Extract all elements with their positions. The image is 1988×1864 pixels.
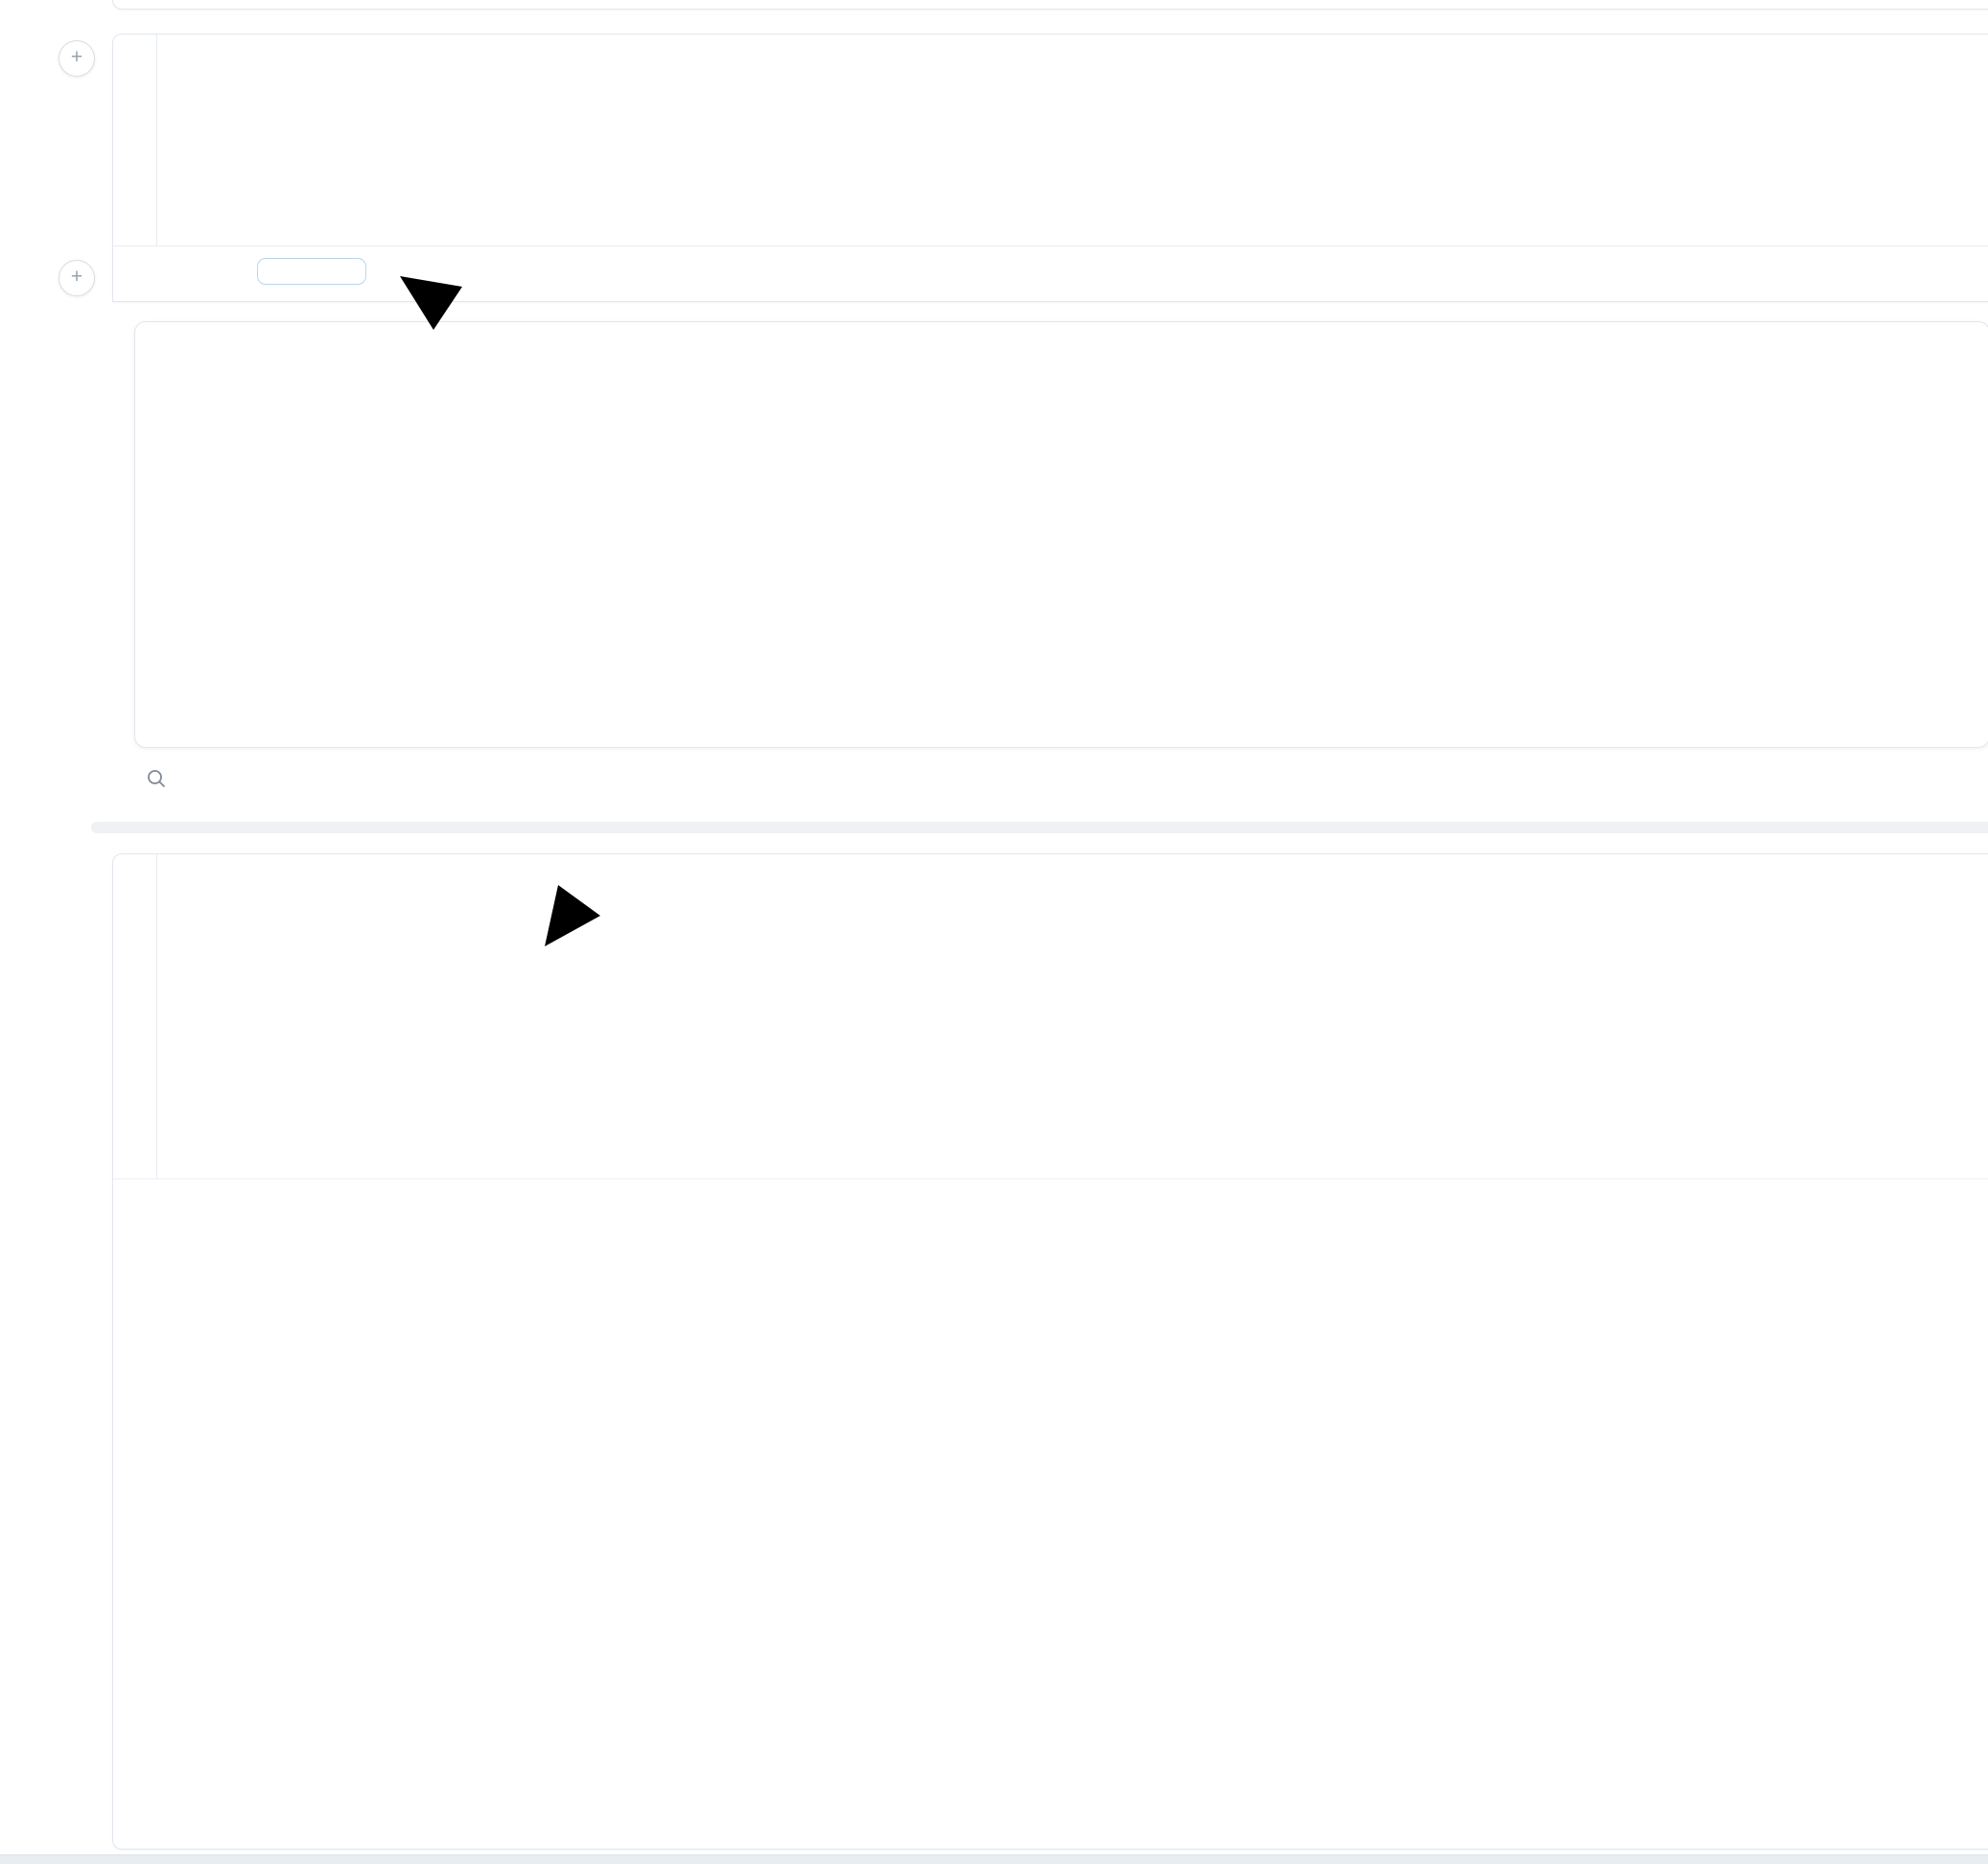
python-cell bbox=[112, 853, 1988, 1850]
table-header bbox=[135, 322, 1988, 514]
sql-code-editor[interactable] bbox=[113, 35, 1988, 246]
next-cell-strip[interactable] bbox=[0, 1854, 1988, 1864]
previous-cell-fragment bbox=[112, 0, 1988, 10]
altair-chart-output bbox=[113, 1178, 1988, 1849]
add-cell-button-top[interactable]: + bbox=[58, 40, 95, 77]
sql-cell bbox=[112, 34, 1988, 302]
notebook-page: + + bbox=[0, 0, 1988, 1864]
table-body bbox=[135, 514, 1988, 747]
results-footer bbox=[134, 762, 901, 795]
python-code-editor[interactable] bbox=[113, 854, 1988, 1179]
output-variable-bar bbox=[113, 245, 1988, 300]
add-cell-button-output[interactable]: + bbox=[58, 260, 95, 296]
output-variable-pill[interactable] bbox=[257, 258, 366, 285]
cell-divider-strip[interactable] bbox=[91, 822, 1988, 833]
results-table-card bbox=[134, 321, 1988, 748]
search-icon[interactable] bbox=[146, 768, 167, 789]
